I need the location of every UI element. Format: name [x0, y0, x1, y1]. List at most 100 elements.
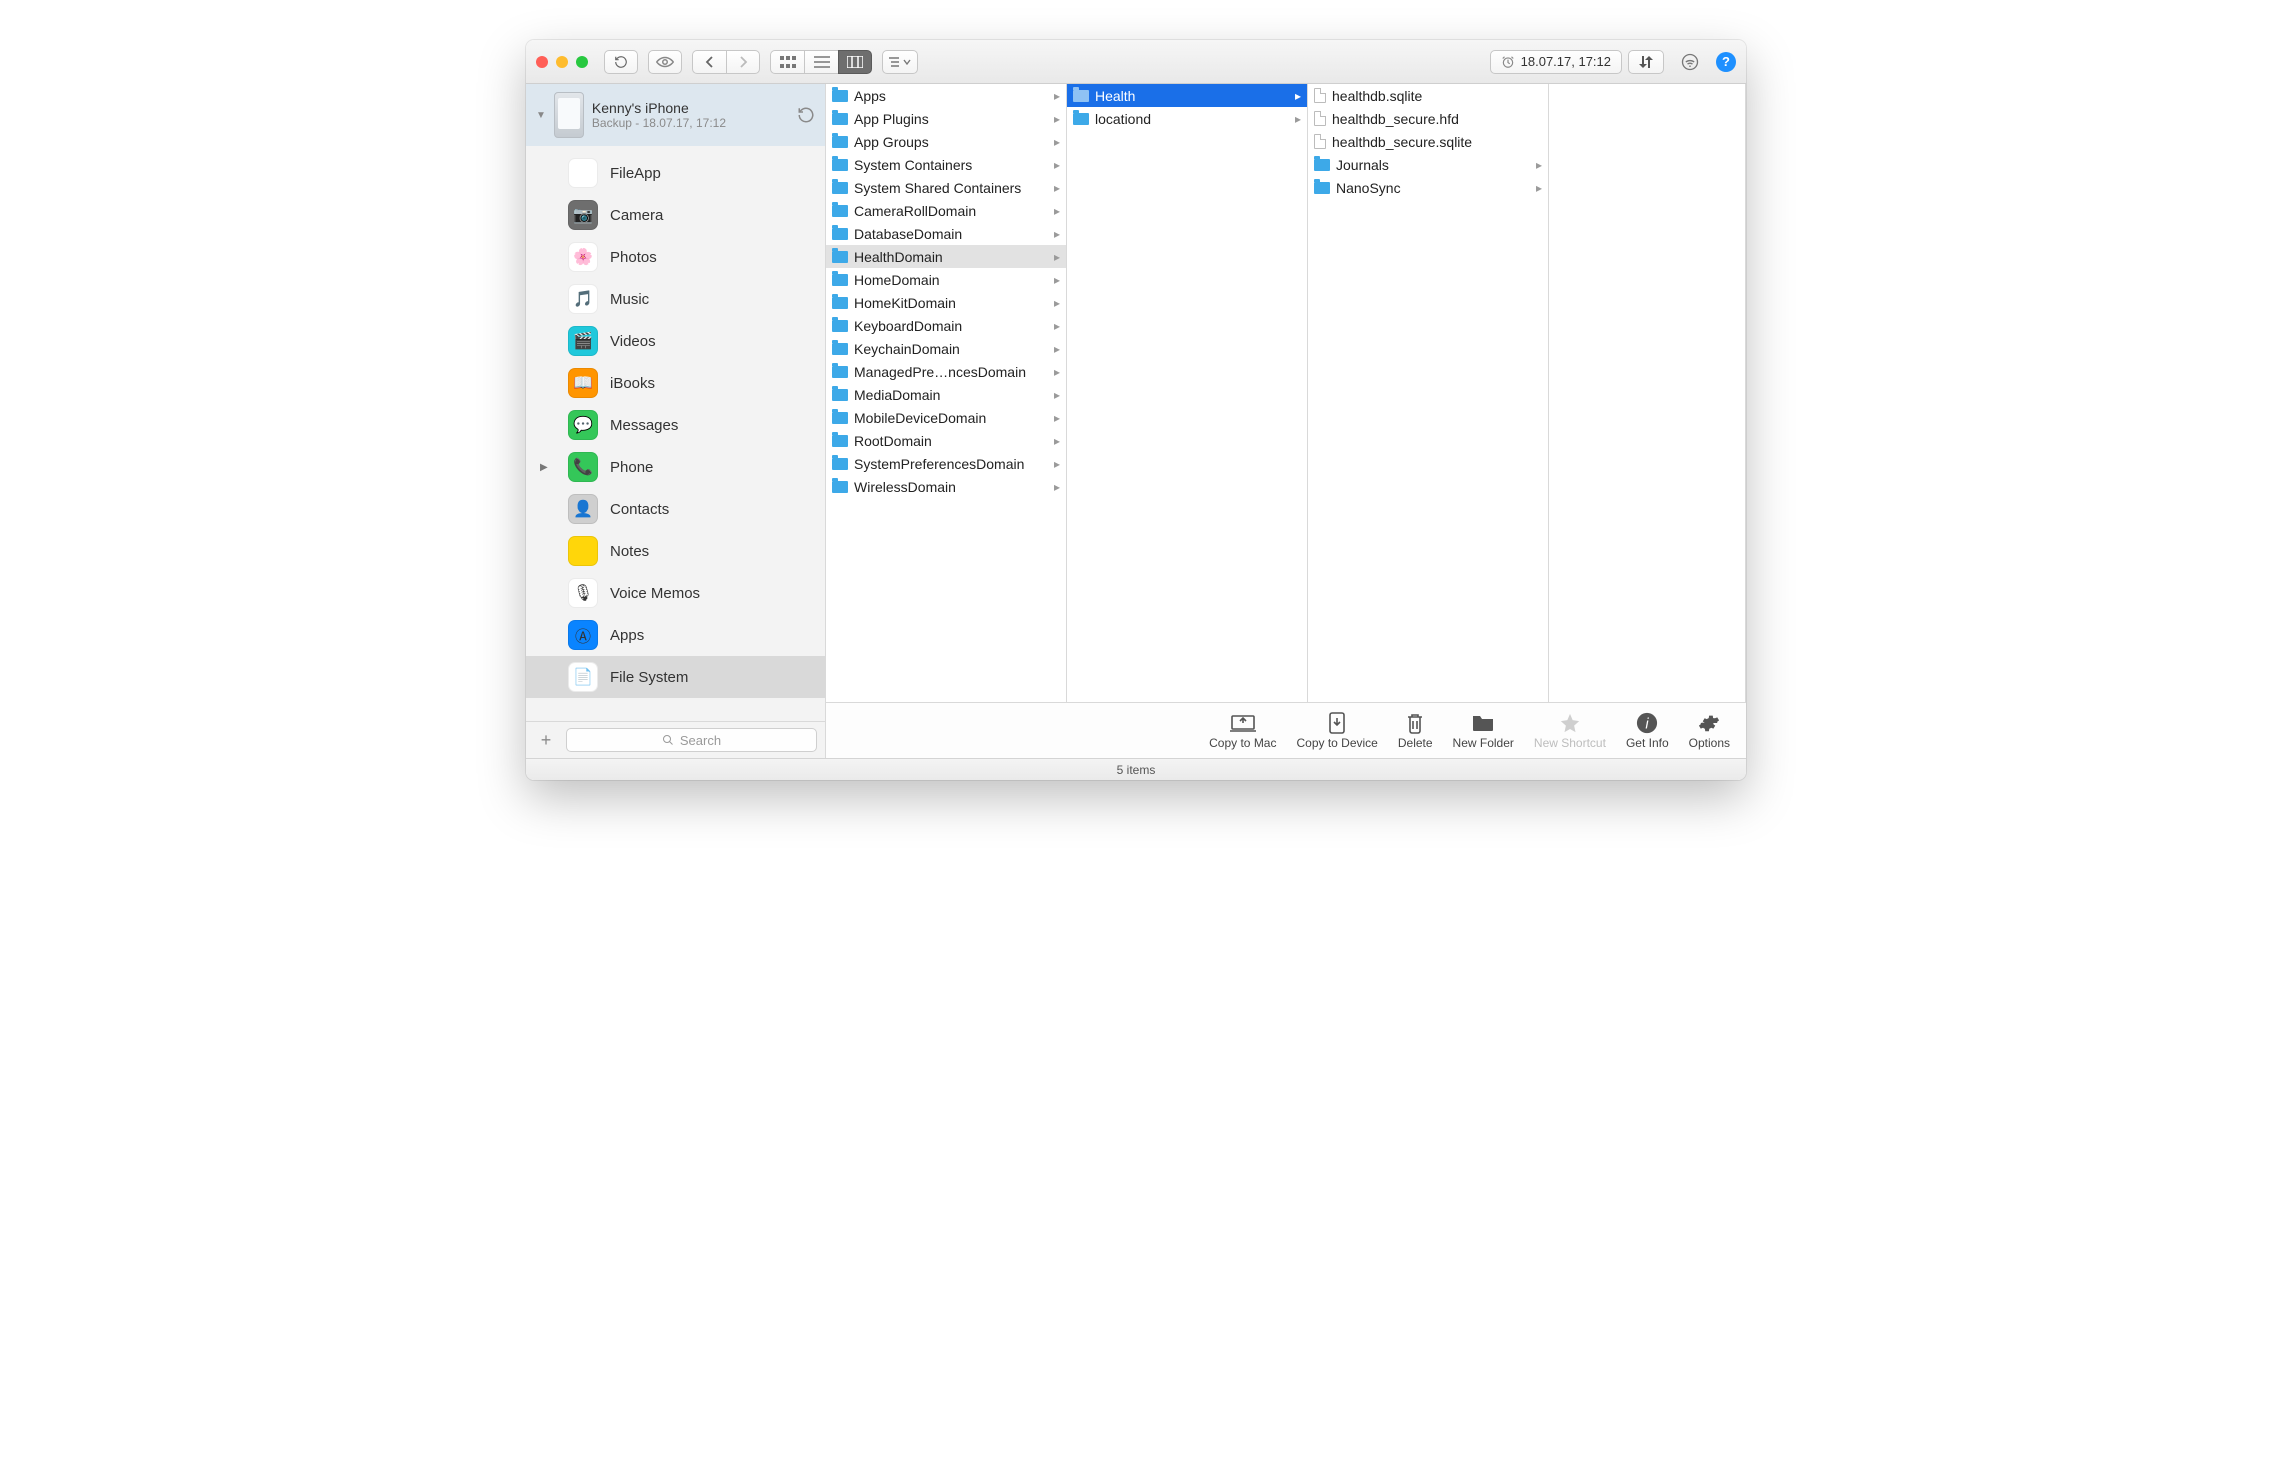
column-4[interactable] [1549, 84, 1746, 702]
column-3[interactable]: healthdb.sqlitehealthdb_secure.hfdhealth… [1308, 84, 1549, 702]
forward-button[interactable] [726, 50, 760, 74]
folder-row-journals[interactable]: Journals▸ [1308, 153, 1548, 176]
row-label: App Groups [854, 134, 1048, 150]
chevron-down-icon: ▼ [536, 110, 546, 121]
folder-row-managedpre-ncesdomain[interactable]: ManagedPre…ncesDomain▸ [826, 360, 1066, 383]
folder-row-keyboarddomain[interactable]: KeyboardDomain▸ [826, 314, 1066, 337]
folder-icon [832, 159, 848, 171]
row-label: HomeDomain [854, 272, 1048, 288]
toolbar: 18.07.17, 17:12 ? [526, 40, 1746, 84]
sidebar-item-music[interactable]: ▶ 🎵 Music [526, 278, 825, 320]
wifi-sync-button[interactable] [1670, 50, 1710, 74]
sidebar-item-ibooks[interactable]: ▶ 📖 iBooks [526, 362, 825, 404]
zoom-window-button[interactable] [576, 56, 588, 68]
folder-icon [1469, 712, 1497, 734]
folder-row-locationd[interactable]: locationd▸ [1067, 107, 1307, 130]
view-icons-button[interactable] [770, 50, 804, 74]
folder-row-wirelessdomain[interactable]: WirelessDomain▸ [826, 475, 1066, 498]
app-icon: 📖 [568, 368, 598, 398]
add-button[interactable]: + [534, 730, 558, 751]
sidebar-item-photos[interactable]: ▶ 🌸 Photos [526, 236, 825, 278]
timestamp-button[interactable]: 18.07.17, 17:12 [1490, 50, 1622, 74]
folder-row-nanosync[interactable]: NanoSync▸ [1308, 176, 1548, 199]
app-icon: 📞 [568, 452, 598, 482]
file-row-healthdb-secure-sqlite[interactable]: healthdb_secure.sqlite [1308, 130, 1548, 153]
copy-to-device-button[interactable]: Copy to Device [1296, 712, 1377, 750]
app-icon: 👤 [568, 494, 598, 524]
reload-button[interactable] [604, 50, 638, 74]
folder-icon [832, 205, 848, 217]
chevron-right-icon: ▸ [1054, 89, 1060, 103]
folder-row-mediadomain[interactable]: MediaDomain▸ [826, 383, 1066, 406]
history-icon[interactable] [797, 106, 815, 124]
chevron-right-icon: ▸ [1054, 411, 1060, 425]
sidebar-item-voice-memos[interactable]: ▶ 🎙 Voice Memos [526, 572, 825, 614]
group-by-button[interactable] [882, 50, 918, 74]
app-icon: 🎬 [568, 326, 598, 356]
folder-row-keychaindomain[interactable]: KeychainDomain▸ [826, 337, 1066, 360]
folder-row-system-shared-containers[interactable]: System Shared Containers▸ [826, 176, 1066, 199]
folder-row-systempreferencesdomain[interactable]: SystemPreferencesDomain▸ [826, 452, 1066, 475]
folder-row-homekitdomain[interactable]: HomeKitDomain▸ [826, 291, 1066, 314]
copy-to-mac-button[interactable]: Copy to Mac [1209, 712, 1276, 750]
folder-row-mobiledevicedomain[interactable]: MobileDeviceDomain ▸ [826, 406, 1066, 429]
quicklook-button[interactable] [648, 50, 682, 74]
folder-row-app-plugins[interactable]: App Plugins▸ [826, 107, 1066, 130]
transfers-button[interactable] [1628, 50, 1664, 74]
file-row-healthdb-secure-hfd[interactable]: healthdb_secure.hfd [1308, 107, 1548, 130]
column-1[interactable]: Apps▸App Plugins▸App Groups▸System Conta… [826, 84, 1067, 702]
row-label: WirelessDomain [854, 479, 1048, 495]
folder-icon [832, 274, 848, 286]
search-input[interactable]: Search [566, 728, 817, 752]
row-label: healthdb_secure.sqlite [1332, 134, 1542, 150]
sidebar-item-fileapp[interactable]: ▶ FileApp [526, 152, 825, 194]
get-info-button[interactable]: i Get Info [1626, 712, 1669, 750]
row-label: MobileDeviceDomain [854, 410, 1048, 426]
help-button[interactable]: ? [1716, 52, 1736, 72]
sidebar-item-apps[interactable]: ▶ Ⓐ Apps [526, 614, 825, 656]
sidebar-item-phone[interactable]: ▶ 📞 Phone [526, 446, 825, 488]
sidebar-item-label: FileApp [610, 165, 661, 182]
folder-row-camerarolldomain[interactable]: CameraRollDomain▸ [826, 199, 1066, 222]
folder-icon [832, 90, 848, 102]
sidebar-item-label: Contacts [610, 501, 669, 518]
new-folder-button[interactable]: New Folder [1453, 712, 1514, 750]
folder-icon [832, 435, 848, 447]
delete-button[interactable]: Delete [1398, 712, 1433, 750]
row-label: System Shared Containers [854, 180, 1048, 196]
sidebar-item-notes[interactable]: ▶ Notes [526, 530, 825, 572]
folder-row-system-containers[interactable]: System Containers▸ [826, 153, 1066, 176]
options-button[interactable]: Options [1689, 712, 1730, 750]
sidebar-nav-list: ▶ FileApp▶ 📷 Camera▶ 🌸 Photos▶ 🎵 Music▶ … [526, 146, 825, 721]
close-window-button[interactable] [536, 56, 548, 68]
chevron-right-icon: ▸ [1054, 434, 1060, 448]
sidebar-item-videos[interactable]: ▶ 🎬 Videos [526, 320, 825, 362]
back-button[interactable] [692, 50, 726, 74]
chevron-right-icon: ▸ [1054, 158, 1060, 172]
file-icon [1314, 111, 1326, 126]
minimize-window-button[interactable] [556, 56, 568, 68]
sidebar-item-label: iBooks [610, 375, 655, 392]
folder-row-app-groups[interactable]: App Groups ▸ [826, 130, 1066, 153]
column-2[interactable]: Health▸locationd▸ [1067, 84, 1308, 702]
device-name: Kenny's iPhone [592, 100, 726, 116]
device-header[interactable]: ▼ Kenny's iPhone Backup - 18.07.17, 17:1… [526, 84, 825, 146]
row-label: HomeKitDomain [854, 295, 1048, 311]
row-label: HealthDomain [854, 249, 1048, 265]
app-icon: 🌸 [568, 242, 598, 272]
view-list-button[interactable] [804, 50, 838, 74]
chevron-right-icon: ▸ [1054, 250, 1060, 264]
folder-row-apps[interactable]: Apps▸ [826, 84, 1066, 107]
view-columns-button[interactable] [838, 50, 872, 74]
sidebar-item-camera[interactable]: ▶ 📷 Camera [526, 194, 825, 236]
sidebar-item-file-system[interactable]: ▶ 📄 File System [526, 656, 825, 698]
folder-row-homedomain[interactable]: HomeDomain▸ [826, 268, 1066, 291]
folder-row-health[interactable]: Health▸ [1067, 84, 1307, 107]
folder-row-healthdomain[interactable]: HealthDomain ▸ [826, 245, 1066, 268]
chevron-right-icon: ▸ [1054, 135, 1060, 149]
file-row-healthdb-sqlite[interactable]: healthdb.sqlite [1308, 84, 1548, 107]
sidebar-item-messages[interactable]: ▶ 💬 Messages [526, 404, 825, 446]
folder-row-rootdomain[interactable]: RootDomain▸ [826, 429, 1066, 452]
folder-row-databasedomain[interactable]: DatabaseDomain▸ [826, 222, 1066, 245]
sidebar-item-contacts[interactable]: ▶ 👤 Contacts [526, 488, 825, 530]
